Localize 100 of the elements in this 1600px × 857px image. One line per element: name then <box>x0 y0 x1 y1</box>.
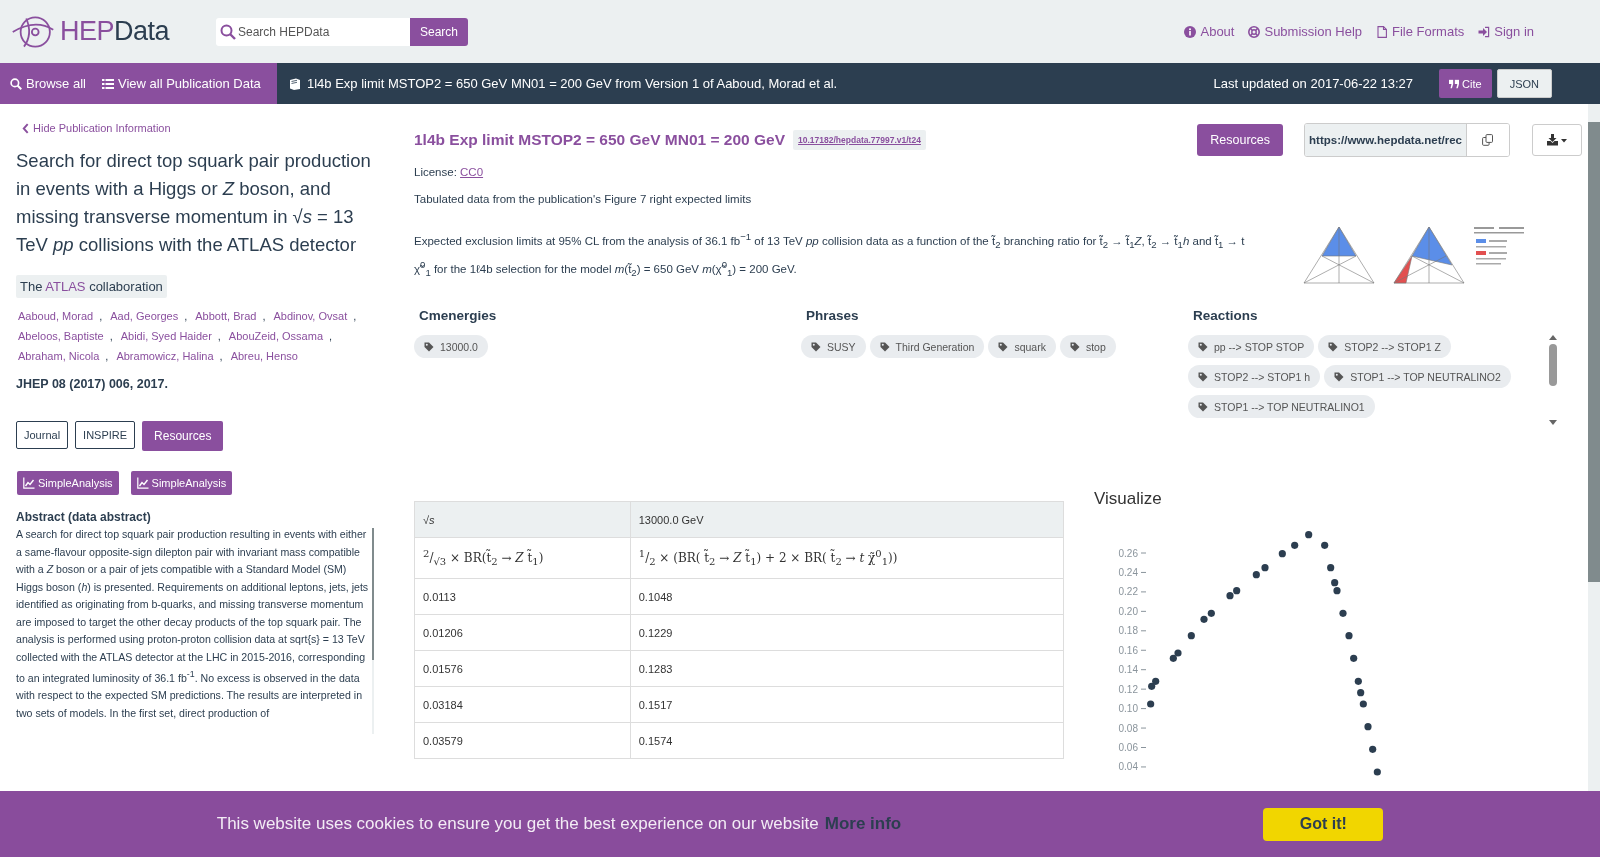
search-icon <box>220 23 236 40</box>
doi-link[interactable]: 10.17182/hepdata.77997.v1/t24 <box>793 130 926 150</box>
column-heading: $^{1}$/$_{2}$ × (BR( t̃$_{2}$ → Z t̃$_{1}$) + 2 × BR( t̃$_{2}$ → t χ̃$^{0}$$_{1}$)) <box>630 537 1064 579</box>
logo-text[interactable]: HEPData <box>60 16 170 47</box>
chevron-left-icon <box>22 122 29 134</box>
author-link[interactable]: Abdinov, Ovsat <box>273 308 348 325</box>
keyword-tag[interactable]: squark <box>988 335 1056 358</box>
tick-mark <box>1140 649 1147 651</box>
tick-mark <box>1140 708 1147 710</box>
keyword-tag[interactable]: stop <box>1059 335 1116 358</box>
table-title: 1l4b Exp limit MSTOP2 = 650 GeV MN01 = 200 GeV <box>414 131 786 149</box>
book-icon <box>289 77 301 90</box>
keyword-tag[interactable]: STOP2 --> STOP1 Z <box>1318 335 1451 358</box>
y-tick-label: 0.04 <box>1118 761 1138 773</box>
y-tick-label: 0.16 <box>1118 644 1138 656</box>
analysis-button[interactable]: SimpleAnalysis <box>130 471 233 495</box>
url-field[interactable]: https://www.hepdata.net/rec <box>1305 124 1467 156</box>
author-link[interactable]: AbouZeid, Ossama <box>228 328 323 345</box>
cookie-message: This website uses cookies to ensure you get the best experience on our website <box>216 814 819 834</box>
search-field[interactable]: Search HEPData <box>216 17 410 46</box>
y-tick-label: 0.12 <box>1118 683 1138 695</box>
keyword-tag[interactable]: SUSY <box>801 335 866 358</box>
tick-mark <box>1140 766 1147 768</box>
table-cell: 0.1048 <box>630 578 1064 615</box>
view-all-link[interactable]: View all Publication Data <box>101 76 261 91</box>
list-icon <box>101 77 114 90</box>
header-link[interactable]: File Formats <box>1376 24 1465 39</box>
last-updated: Last updated on 2017-06-22 13:27 <box>1213 76 1414 91</box>
keyword-tag[interactable]: STOP1 --> TOP NEUTRALINO2 <box>1324 365 1511 388</box>
tag-icon <box>1198 371 1208 382</box>
lifebuoy-icon <box>1248 25 1261 38</box>
tick-mark <box>1140 552 1147 554</box>
abstract-heading: Abstract (data abstract) <box>16 510 152 524</box>
separator: , <box>99 309 103 324</box>
keyword-tag[interactable]: 13000.0 <box>414 335 488 358</box>
separator: , <box>105 349 109 364</box>
line-chart-icon <box>23 477 35 489</box>
keyword-tag[interactable]: STOP1 --> TOP NEUTRALINO1 <box>1188 395 1375 418</box>
header-link[interactable]: About <box>1184 24 1235 39</box>
table-cell: 0.0113 <box>414 578 631 615</box>
tick-mark <box>1140 571 1147 573</box>
table-description: Expected exclusion limits at 95% CL from the analysis of 36.1 fb$^{−1}$ of 13 TeV pp collision data as a function of the t̃$_{2}$ branching ratio for t̃$_{2}$ → t̃$_{1}$Z, t̃$_{2}$ → t̃$_{1}$h and t̃$_{1}$ → t χ̃$^{0}$$_{1}$ for the 1ℓ4b selection for the model m(t̃$_{2}$) = 650 GeV m(χ̃$^{0}$$_{1}$) = 200 GeV. <box>414 230 1246 281</box>
collaboration-label: The ATLAS collaboration <box>16 275 167 298</box>
cite-button[interactable]: Cite <box>1439 69 1492 98</box>
tag-icon <box>1198 341 1208 352</box>
browse-all-link[interactable]: Browse all <box>10 76 86 91</box>
download-button[interactable] <box>1532 124 1582 156</box>
tick-mark <box>1140 591 1147 593</box>
publication-title: Search for direct top squark pair production in events with a Higgs or Z boson, and missing transverse momentum in √s = 13 TeV pp collisions with the ATLAS detector <box>16 149 372 257</box>
record-title: 1l4b Exp limit MSTOP2 = 650 GeV MN01 = 200 GeV from Version 1 of Aaboud, Morad et al. <box>307 76 838 91</box>
abstract-text: A search for direct top squark pair production resulting in events with either a same-flavour opposite-sign dilepton pair with invariant mass compatible with a Z boson or a pair of jets compatible with a Standard Model (SM) Higgs boson (h) is presented. Requirements on additional leptons, jets, jets identified as originating from b-quarks, and missing transverse momentum are imposed to target the other decay products of the top squark pair. The analysis is performed using proton-proton collision data at sqrt{s} = 13 TeV collected with the ATLAS detector at the LHC in 2015-2016, corresponding to an integrated luminosity of 36.1 fb$^{-1}$. No excess is observed in the data with respect to the expected SM predictions. The results are interpreted in two sets of models. In the first set, direct production of <box>16 527 370 721</box>
author-link[interactable]: Abidi, Syed Haider <box>120 328 212 345</box>
license-link[interactable]: CC0 <box>460 166 484 178</box>
tag-icon <box>1198 401 1208 412</box>
separator: , <box>217 329 221 344</box>
author-link[interactable]: Abreu, Henso <box>230 348 298 365</box>
scrollbar[interactable] <box>1588 104 1600 791</box>
tag-icon <box>811 341 821 352</box>
tag-icon <box>1334 371 1345 382</box>
keyword-heading: Phrases <box>806 308 860 323</box>
tag-icon <box>998 341 1009 352</box>
header-link[interactable]: Sign in <box>1478 24 1534 39</box>
scrollbar[interactable] <box>372 528 374 734</box>
keyword-tag[interactable]: Third Generation <box>869 335 985 358</box>
table-header-cell: √s <box>414 501 631 538</box>
author-link[interactable]: Abbott, Brad <box>195 308 257 325</box>
json-button[interactable]: JSON <box>1496 69 1552 98</box>
separator: , <box>184 309 188 324</box>
separator: , <box>109 329 113 344</box>
author-link[interactable]: Abraham, Nicola <box>18 348 100 365</box>
visualize-heading: Visualize <box>1094 489 1163 509</box>
table-cell: 0.01576 <box>414 650 631 687</box>
publication-button[interactable]: Resources <box>142 421 224 451</box>
got-it-button[interactable]: Got it! <box>1263 807 1384 841</box>
publication-button[interactable]: INSPIRE <box>75 421 136 449</box>
tick-mark <box>1140 747 1147 748</box>
resources-button[interactable]: Resources <box>1197 124 1284 156</box>
y-tick-label: 0.18 <box>1118 625 1138 637</box>
tick-mark <box>1140 669 1147 671</box>
logo-icon[interactable] <box>10 13 56 50</box>
author-link[interactable]: Aaboud, Morad <box>18 308 94 325</box>
keyword-tag[interactable]: pp --> STOP STOP <box>1188 335 1315 358</box>
search-icon <box>10 77 22 90</box>
separator: , <box>353 309 357 324</box>
collaboration-link[interactable]: ATLAS <box>45 279 86 294</box>
author-link[interactable]: Aad, Georges <box>110 308 179 325</box>
copy-icon <box>1482 134 1494 146</box>
tag-icon <box>424 341 434 352</box>
table-header-cell: 13000.0 GeV <box>630 501 1064 538</box>
author-link[interactable]: Abeloos, Baptiste <box>18 328 104 345</box>
hide-publication-link[interactable]: Hide Publication Information <box>22 122 374 134</box>
keyword-tag[interactable]: STOP2 --> STOP1 h <box>1188 365 1321 388</box>
tick-mark <box>1140 610 1147 612</box>
search-button[interactable]: Search <box>410 17 469 46</box>
y-tick-label: 0.20 <box>1118 605 1138 617</box>
analysis-button[interactable]: SimpleAnalysis <box>17 471 119 495</box>
publication-button[interactable]: Journal <box>16 421 69 449</box>
header-link[interactable]: Submission Help <box>1248 24 1362 39</box>
separator: , <box>219 349 223 364</box>
author-link[interactable]: Abramowicz, Halina <box>116 348 214 365</box>
